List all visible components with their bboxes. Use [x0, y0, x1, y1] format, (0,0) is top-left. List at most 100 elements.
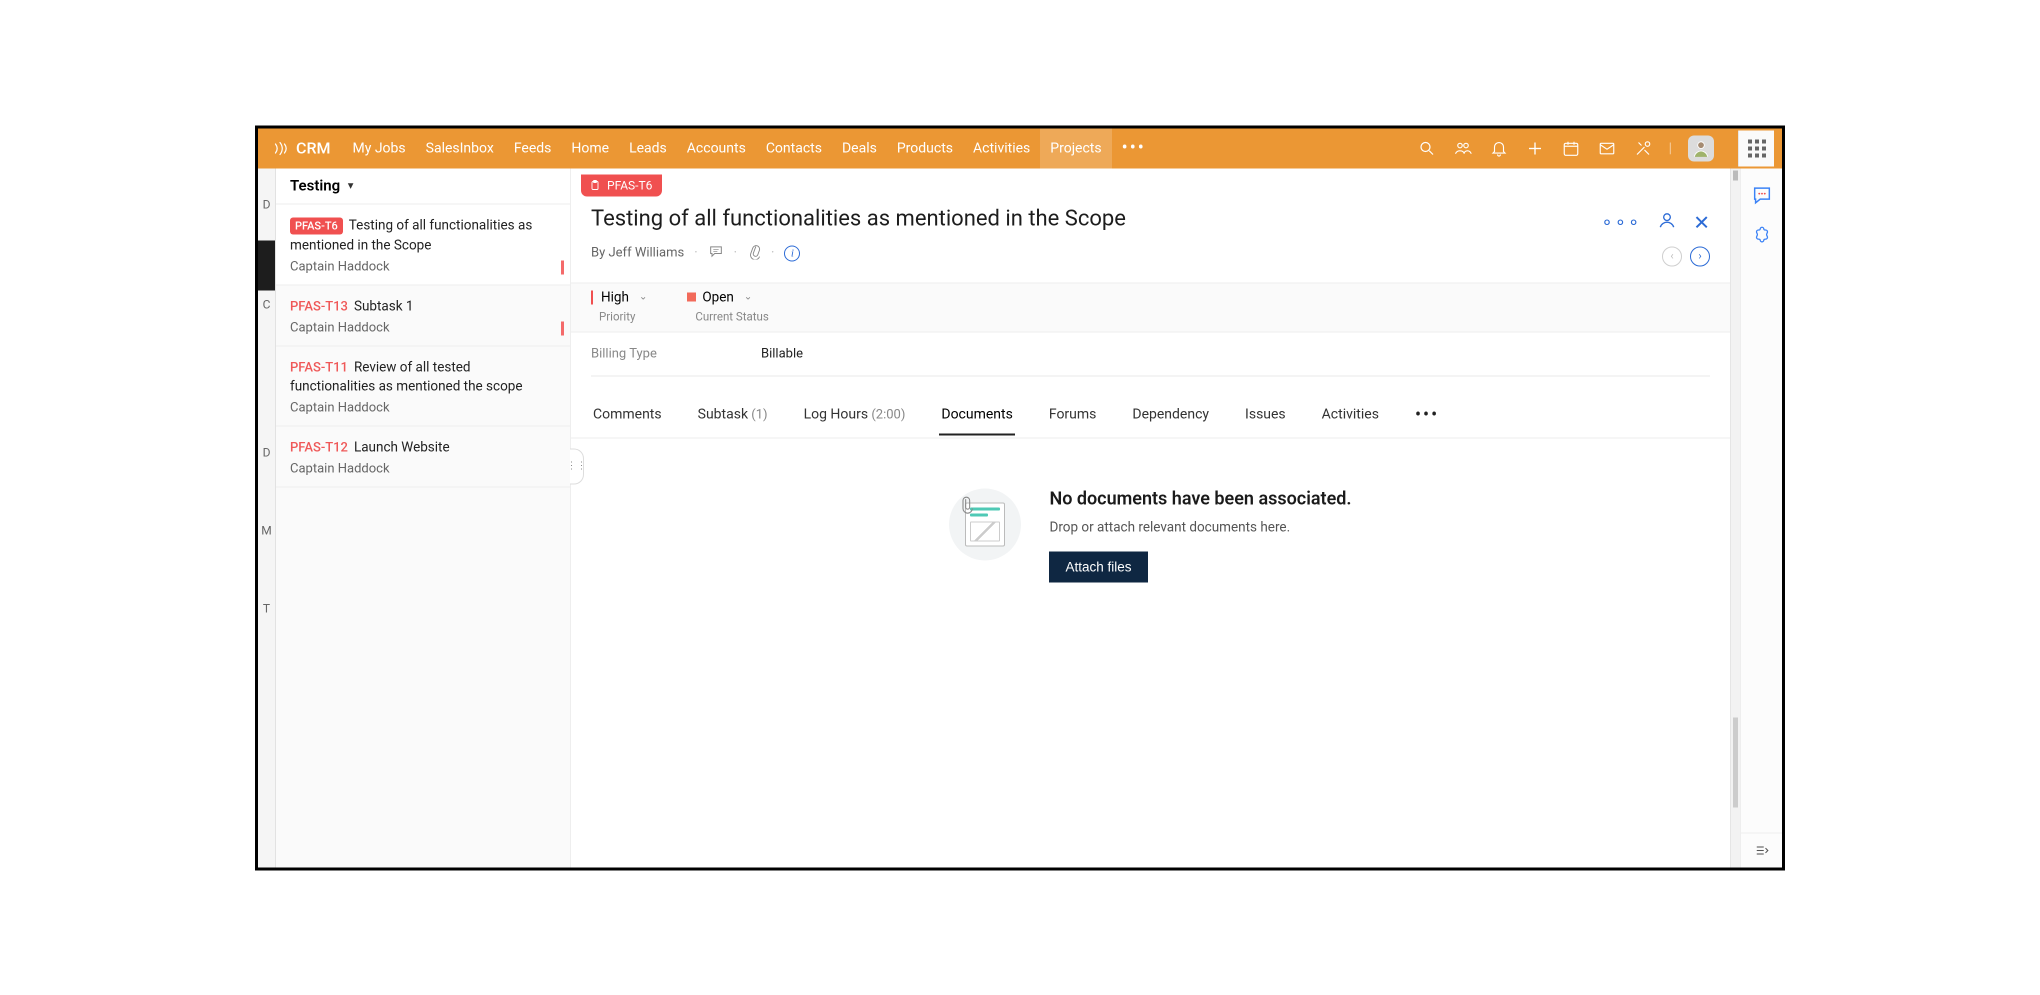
- tab-log-hours[interactable]: Log Hours (2:00): [802, 395, 908, 435]
- task-list-item[interactable]: PFAS-T12Launch WebsiteCaptain Haddock: [276, 426, 570, 487]
- tabs: Comments Subtask (1) Log Hours (2:00) Docum…: [571, 392, 1730, 438]
- tools-icon[interactable]: [1633, 138, 1653, 158]
- nav-item-home[interactable]: Home: [561, 128, 619, 168]
- task-list-item[interactable]: PFAS-T6Testing of all functionalities as…: [276, 204, 570, 285]
- task-assignee: Captain Haddock: [290, 400, 556, 415]
- byline: By Jeff Williams · · · i: [591, 243, 1601, 263]
- billing-label: Billing Type: [591, 346, 761, 361]
- task-code: PFAS-T13: [290, 299, 348, 314]
- nav-item-my-jobs[interactable]: My Jobs: [343, 128, 416, 168]
- task-title: Testing of all functionalities as mentio…: [591, 206, 1601, 231]
- brand-label: CRM: [296, 139, 331, 158]
- tab-dependency[interactable]: Dependency: [1130, 395, 1211, 435]
- document-illustration: [949, 488, 1021, 560]
- sidebar-resize-handle[interactable]: ⋮⋮: [570, 448, 584, 484]
- left-gutter: DCDMT: [258, 168, 276, 867]
- priority-flag-icon: [561, 260, 564, 274]
- tab-documents[interactable]: Documents: [939, 395, 1014, 435]
- tab-comments[interactable]: Comments: [591, 395, 664, 435]
- nav: My JobsSalesInboxFeedsHomeLeadsAccountsC…: [343, 128, 1112, 168]
- priority-color-icon: [591, 290, 593, 304]
- topbar: CRM My JobsSalesInboxFeedsHomeLeadsAccou…: [258, 128, 1782, 168]
- info-icon[interactable]: i: [784, 245, 800, 261]
- task-assignee: Captain Haddock: [290, 461, 556, 476]
- chevron-down-icon: ⌄: [744, 292, 752, 303]
- tab-subtask[interactable]: Subtask (1): [696, 395, 770, 435]
- brand-icon: [270, 139, 290, 157]
- body: DCDMT Testing ▾ PFAS-T6Testing of all fu…: [258, 168, 1782, 867]
- plus-icon[interactable]: [1525, 138, 1545, 158]
- task-code: PFAS-T11: [290, 360, 348, 375]
- task-header: Testing of all functionalities as mentio…: [571, 196, 1730, 282]
- priority-group[interactable]: High⌄ Priority: [591, 289, 647, 323]
- nav-item-deals[interactable]: Deals: [832, 128, 887, 168]
- task-author: By Jeff Williams: [591, 246, 684, 261]
- tab-issues[interactable]: Issues: [1243, 395, 1288, 435]
- clipboard-icon: [589, 179, 601, 191]
- grid-icon: [1748, 139, 1766, 157]
- priority-flag-icon: [561, 321, 564, 335]
- nav-item-accounts[interactable]: Accounts: [677, 128, 756, 168]
- rail-collapse[interactable]: [1741, 832, 1782, 867]
- tab-forums[interactable]: Forums: [1047, 395, 1099, 435]
- sidebar-group-label: Testing: [290, 177, 340, 195]
- prev-record[interactable]: ‹: [1662, 246, 1682, 266]
- sidebar-group-header[interactable]: Testing ▾: [276, 168, 570, 204]
- comment-icon[interactable]: [708, 243, 724, 263]
- avatar[interactable]: [1688, 135, 1714, 161]
- apps-launcher[interactable]: [1738, 130, 1774, 166]
- chat-icon[interactable]: [1751, 184, 1773, 206]
- attach-files-button[interactable]: Attach files: [1049, 551, 1147, 582]
- nav-item-feeds[interactable]: Feeds: [504, 128, 562, 168]
- task-list-item[interactable]: PFAS-T11Review of all tested functionali…: [276, 346, 570, 426]
- task-code-text: PFAS-T6: [607, 178, 652, 192]
- collapse-icon: [1753, 843, 1771, 857]
- status-group[interactable]: Open⌄ Current Status: [687, 289, 768, 323]
- bell-icon[interactable]: [1489, 138, 1509, 158]
- task-item-title: Launch Website: [354, 439, 450, 455]
- main: ⋮⋮ PFAS-T6 Testing of all functionalitie…: [571, 168, 1730, 867]
- calendar-icon[interactable]: [1561, 138, 1581, 158]
- nav-item-salesinbox[interactable]: SalesInbox: [416, 128, 504, 168]
- nav-item-leads[interactable]: Leads: [619, 128, 677, 168]
- search-icon[interactable]: [1417, 138, 1437, 158]
- contacts-icon[interactable]: [1453, 138, 1473, 158]
- app-frame: CRM My JobsSalesInboxFeedsHomeLeadsAccou…: [255, 125, 1785, 870]
- vertical-scrollbar[interactable]: [1730, 168, 1740, 867]
- sidebar: Testing ▾ PFAS-T6Testing of all function…: [276, 168, 571, 867]
- billing-row: Billing Type Billable: [571, 332, 1730, 375]
- task-list-item[interactable]: PFAS-T13Subtask 1Captain Haddock: [276, 285, 570, 346]
- header-actions: ∘∘∘ ✕ ‹ ›: [1601, 206, 1710, 266]
- nav-more[interactable]: •••: [1112, 128, 1156, 168]
- empty-heading: No documents have been associated.: [1049, 488, 1351, 509]
- assignee-icon[interactable]: [1657, 210, 1677, 234]
- next-record[interactable]: ›: [1690, 246, 1710, 266]
- status-band: High⌄ Priority Open⌄ Current Status: [571, 282, 1730, 332]
- more-actions[interactable]: ∘∘∘: [1601, 212, 1641, 233]
- mail-icon[interactable]: [1597, 138, 1617, 158]
- close-button[interactable]: ✕: [1693, 210, 1710, 234]
- chevron-down-icon: ⌄: [639, 292, 647, 303]
- extension-icon[interactable]: [1751, 224, 1773, 246]
- brand[interactable]: CRM: [270, 139, 331, 158]
- avatar-icon: [1691, 138, 1711, 158]
- empty-subtext: Drop or attach relevant documents here.: [1049, 519, 1290, 535]
- record-nav: ‹ ›: [1662, 246, 1710, 266]
- nav-item-contacts[interactable]: Contacts: [756, 128, 832, 168]
- separator: [591, 375, 1710, 376]
- vert-sep: |: [1669, 140, 1672, 156]
- task-code-chip[interactable]: PFAS-T6: [581, 174, 662, 196]
- nav-item-products[interactable]: Products: [887, 128, 963, 168]
- more-icon: •••: [1122, 138, 1146, 159]
- attachment-icon[interactable]: [747, 243, 761, 263]
- documents-empty-state: No documents have been associated. Drop …: [571, 438, 1730, 867]
- tabs-more[interactable]: •••: [1413, 392, 1441, 437]
- chevron-down-icon: ▾: [348, 180, 353, 191]
- paperclip-icon: [959, 494, 975, 514]
- nav-item-activities[interactable]: Activities: [963, 128, 1040, 168]
- billing-value: Billable: [761, 346, 803, 361]
- nav-item-projects[interactable]: Projects: [1040, 128, 1111, 168]
- tab-activities[interactable]: Activities: [1320, 395, 1381, 435]
- right-rail: [1740, 168, 1782, 867]
- task-code-chip: PFAS-T6: [290, 217, 343, 234]
